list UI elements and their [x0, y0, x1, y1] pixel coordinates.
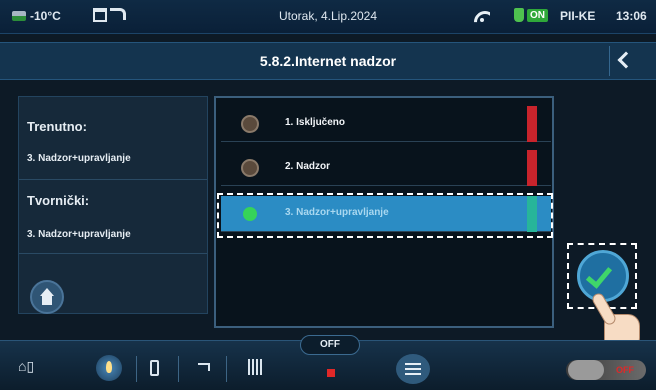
chevron-left-icon	[617, 51, 635, 69]
boiler-tank-icon[interactable]	[150, 360, 159, 376]
power-toggle[interactable]: OFF	[566, 360, 646, 380]
home-icon	[40, 288, 54, 296]
page-title: 5.8.2.Internet nadzor	[259, 53, 397, 69]
divider	[19, 179, 207, 180]
power-status-badge: ON	[527, 9, 548, 22]
current-setting-value: 3. Nadzor+upravljanje	[27, 153, 131, 164]
clock: 13:06	[616, 9, 647, 23]
power-plug-icon	[514, 8, 524, 22]
factory-setting-label: Tvornički:	[27, 193, 90, 208]
title-bar: 5.8.2.Internet nadzor	[0, 42, 656, 80]
mode-label: OFF	[320, 339, 340, 350]
selection-highlight	[217, 193, 553, 238]
radiator-icon[interactable]	[248, 359, 262, 375]
status-bar-indicator	[527, 150, 537, 186]
factory-setting-value: 3. Nadzor+upravljanje	[27, 229, 131, 240]
radio-icon	[241, 159, 259, 177]
current-setting-label: Trenutno:	[27, 119, 87, 134]
divider	[19, 253, 207, 254]
menu-button[interactable]	[396, 354, 430, 384]
hot-water-icon[interactable]	[198, 363, 210, 371]
power-toggle-label: OFF	[616, 365, 634, 375]
radio-icon	[241, 115, 259, 133]
mode-tab[interactable]: OFF	[300, 335, 360, 355]
status-bar: -10°C Utorak, 4.Lip.2024 ON PII-KE 13:06	[0, 0, 656, 34]
burner-icon[interactable]	[96, 355, 122, 381]
device-model: PII-KE	[560, 9, 596, 23]
menu-icon	[405, 363, 421, 365]
system-overview-icon[interactable]: ⌂▯	[18, 358, 34, 375]
option-nadzor[interactable]: 2. Nadzor	[221, 150, 551, 186]
alarm-indicator	[327, 369, 335, 377]
option-label: 2. Nadzor	[285, 161, 331, 172]
wifi-icon	[474, 9, 490, 23]
home-button[interactable]	[30, 280, 64, 314]
checkmark-icon	[585, 261, 613, 289]
status-bar-indicator	[527, 106, 537, 142]
option-isključeno[interactable]: 1. Isključeno	[221, 106, 551, 142]
option-label: 1. Isključeno	[285, 117, 346, 128]
back-button[interactable]	[609, 46, 639, 76]
current-date: Utorak, 4.Lip.2024	[278, 9, 378, 23]
